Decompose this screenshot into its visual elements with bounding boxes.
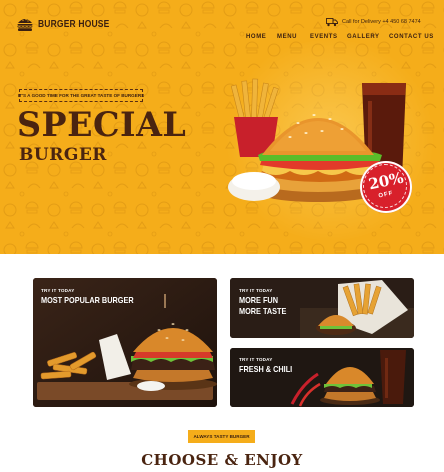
promo-card-fresh-chili[interactable]: TRY IT TODAY FRESH & CHILI — [230, 348, 414, 407]
promo-title: MOST POPULAR BURGER — [41, 295, 134, 305]
hero-tagline: IT'S A GOOD TIME FOR THE GREAT TASTE OF … — [17, 93, 145, 98]
promo-title: FRESH & CHILI — [239, 364, 293, 374]
promo-card-more-fun[interactable]: TRY IT TODAY MORE FUN MORE TASTE — [230, 278, 414, 338]
section-eyebrow: ALWAYS TASTY BURGER — [193, 434, 250, 439]
nav-item-contact[interactable]: CONTACT US — [389, 34, 434, 40]
brand-logo[interactable]: BURGER HOUSE — [16, 16, 122, 32]
promo-title-line1: MORE FUN — [239, 295, 278, 305]
hero-subtitle: BURGER — [19, 145, 107, 165]
hero-tagline-box: IT'S A GOOD TIME FOR THE GREAT TASTE OF … — [17, 89, 145, 102]
hero-title: SPECIAL — [17, 105, 187, 145]
delivery-truck-icon — [326, 18, 338, 27]
section-heading: CHOOSE & ENJOY — [141, 451, 303, 469]
promo-eyebrow: TRY IT TODAY — [239, 288, 273, 293]
brand-name: BURGER HOUSE — [38, 18, 110, 30]
promo-card-popular-burger[interactable]: TRY IT TODAY MOST POPULAR BURGER — [33, 278, 217, 407]
discount-badge: 20% OFF — [360, 161, 412, 213]
nav-item-events[interactable]: EVENTS — [310, 34, 338, 40]
promo-eyebrow: TRY IT TODAY — [239, 357, 273, 362]
nav-item-home[interactable]: HOME — [246, 34, 266, 40]
nav-item-gallery[interactable]: GALLERY — [347, 34, 380, 40]
promo-title-line2: MORE TASTE — [239, 306, 287, 316]
hero-banner: BURGER HOUSE Call for Delivery +4 450 68… — [0, 0, 444, 254]
nav-item-menu[interactable]: MENU — [277, 34, 297, 40]
promo-eyebrow: TRY IT TODAY — [41, 288, 75, 293]
delivery-info[interactable]: Call for Delivery +4 450 68 7474 — [326, 17, 421, 27]
section-eyebrow-pill: ALWAYS TASTY BURGER — [188, 430, 255, 443]
burger-logo-icon — [17, 19, 33, 31]
delivery-phone: Call for Delivery +4 450 68 7474 — [342, 19, 421, 25]
